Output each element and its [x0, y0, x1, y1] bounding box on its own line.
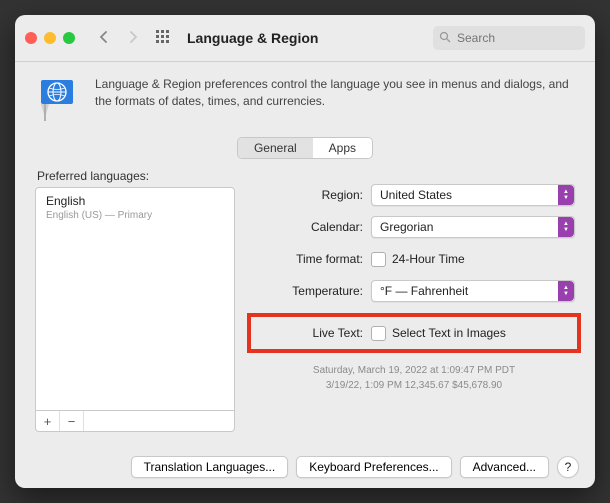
livetext-option: Select Text in Images [392, 326, 506, 340]
globe-flag-icon [35, 76, 81, 125]
settings-panel: Region: United States ▲▼ Calendar: Grego… [253, 165, 575, 432]
list-item[interactable]: English English (US) — Primary [36, 188, 234, 227]
livetext-checkbox[interactable] [371, 326, 386, 341]
format-sample: Saturday, March 19, 2022 at 1:09:47 PM P… [253, 363, 575, 393]
tab-apps[interactable]: Apps [313, 138, 372, 158]
traffic-lights [25, 32, 75, 44]
sample-line1: Saturday, March 19, 2022 at 1:09:47 PM P… [253, 363, 575, 378]
tab-general[interactable]: General [238, 138, 313, 158]
search-icon [439, 31, 451, 46]
temperature-value: °F — Fahrenheit [380, 284, 468, 298]
search-field[interactable] [433, 26, 585, 50]
keyboard-preferences-button[interactable]: Keyboard Preferences... [296, 456, 451, 478]
minus-icon: − [68, 415, 76, 428]
updown-icon: ▲▼ [558, 217, 574, 237]
updown-icon: ▲▼ [558, 281, 574, 301]
timeformat-checkbox[interactable] [371, 252, 386, 267]
calendar-label: Calendar: [253, 220, 371, 234]
main-area: Preferred languages: English English (US… [35, 165, 575, 432]
languages-list[interactable]: English English (US) — Primary [35, 187, 235, 411]
timeformat-checkbox-row[interactable]: 24-Hour Time [371, 252, 465, 267]
header-row: Language & Region preferences control th… [35, 76, 575, 125]
search-input[interactable] [455, 30, 579, 46]
content-area: Language & Region preferences control th… [15, 62, 595, 446]
livetext-label: Live Text: [253, 326, 371, 340]
forward-button[interactable] [121, 26, 145, 50]
region-select[interactable]: United States ▲▼ [371, 184, 575, 206]
minimize-window-button[interactable] [44, 32, 56, 44]
temperature-label: Temperature: [253, 284, 371, 298]
temperature-select[interactable]: °F — Fahrenheit ▲▼ [371, 280, 575, 302]
window-title: Language & Region [187, 30, 427, 46]
show-all-button[interactable] [151, 26, 175, 50]
zoom-window-button[interactable] [63, 32, 75, 44]
updown-icon: ▲▼ [558, 185, 574, 205]
translation-languages-button[interactable]: Translation Languages... [131, 456, 289, 478]
calendar-select[interactable]: Gregorian ▲▼ [371, 216, 575, 238]
plus-icon: + [44, 415, 52, 428]
list-controls: + − [35, 411, 235, 432]
region-value: United States [380, 188, 452, 202]
region-label: Region: [253, 188, 371, 202]
language-detail: English (US) — Primary [46, 210, 224, 221]
timeformat-value: 24-Hour Time [392, 252, 465, 266]
timeformat-label: Time format: [253, 252, 371, 266]
livetext-checkbox-row[interactable]: Select Text in Images [371, 326, 506, 341]
grid-icon [156, 30, 170, 47]
back-button[interactable] [91, 26, 115, 50]
header-description: Language & Region preferences control th… [95, 76, 575, 110]
help-button[interactable]: ? [557, 456, 579, 478]
remove-language-button[interactable]: − [60, 411, 84, 431]
chevron-right-icon [129, 30, 138, 46]
calendar-value: Gregorian [380, 220, 433, 234]
tab-bar: General Apps [35, 137, 575, 159]
livetext-row-highlighted: Live Text: Select Text in Images [249, 315, 579, 351]
chevron-left-icon [99, 30, 108, 46]
sample-line2: 3/19/22, 1:09 PM 12,345.67 $45,678.90 [253, 378, 575, 393]
languages-panel: Preferred languages: English English (US… [35, 165, 235, 432]
close-window-button[interactable] [25, 32, 37, 44]
advanced-button[interactable]: Advanced... [460, 456, 549, 478]
language-name: English [46, 194, 224, 208]
help-icon: ? [565, 460, 572, 474]
titlebar: Language & Region [15, 15, 595, 62]
languages-label: Preferred languages: [37, 169, 235, 183]
add-language-button[interactable]: + [36, 411, 60, 431]
footer: Translation Languages... Keyboard Prefer… [15, 446, 595, 488]
preferences-window: Language & Region Lang [15, 15, 595, 488]
